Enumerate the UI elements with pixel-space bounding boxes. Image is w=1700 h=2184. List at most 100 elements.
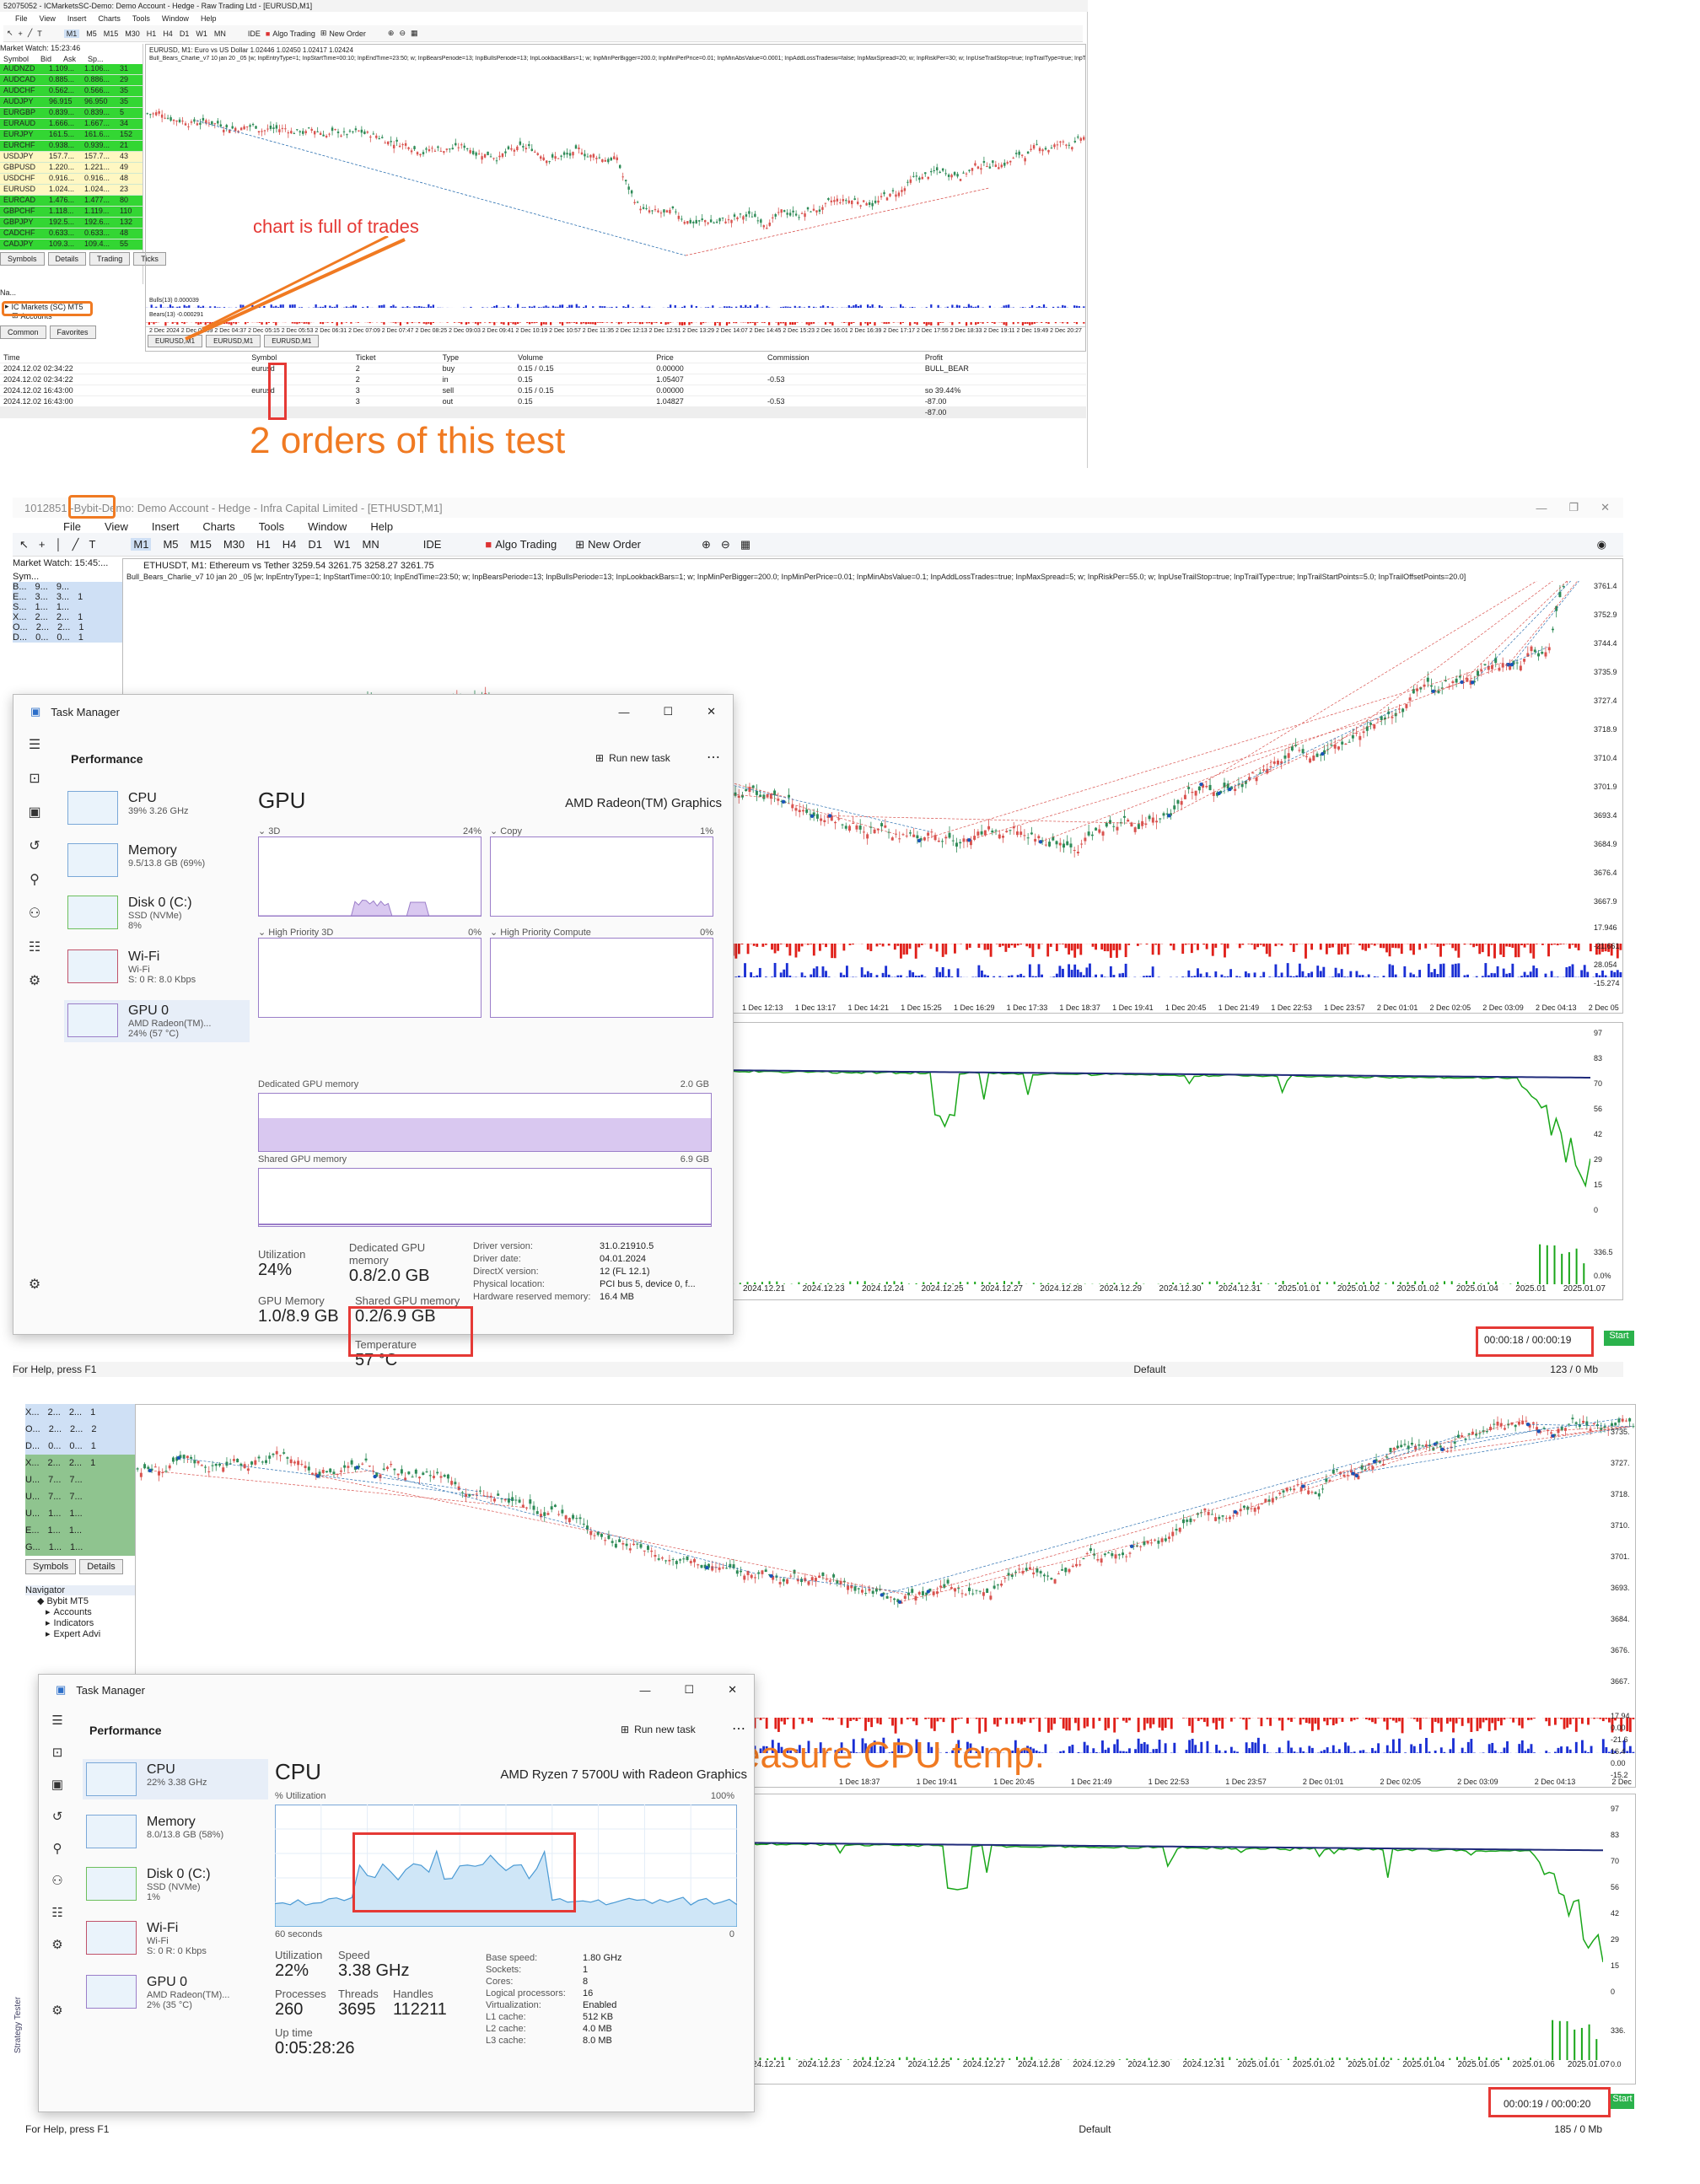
market-watch-row[interactable]: EURCAD 1.476... 1.477... 80 xyxy=(0,196,143,207)
crosshair-icon[interactable]: + xyxy=(39,538,46,551)
ide-button[interactable]: IDE xyxy=(423,538,442,551)
cursor-icon[interactable]: ↖ xyxy=(19,538,29,551)
menu-help[interactable]: Help xyxy=(201,14,217,23)
grid-icon[interactable]: ▦ xyxy=(411,29,418,38)
deal-row[interactable]: 2024.12.02 16:43:00 eurusd 3 sell 0.15 / 0.1… xyxy=(0,385,1086,396)
market-watch-column[interactable]: Symbol xyxy=(3,55,29,63)
tab-favorites[interactable]: Favorites xyxy=(49,325,96,339)
market-watch-row[interactable]: USDCHF 0.916... 0.916... 48 xyxy=(0,174,143,185)
market-watch-row[interactable]: USDJPY 157.7... 157.7... 43 xyxy=(0,152,143,163)
timeframe-m5[interactable]: M5 xyxy=(163,538,178,551)
tab-symbols[interactable]: Symbols xyxy=(25,1559,77,1574)
perf-item-wi-fi[interactable]: Wi-Fi Wi-Fi S: 0 R: 8.0 Kbps xyxy=(64,946,250,988)
menu-tools[interactable]: Tools xyxy=(132,14,150,23)
menu-file[interactable]: File xyxy=(63,520,81,533)
market-watch-row[interactable]: AUDJPY 96.915 96.950 35 xyxy=(0,97,143,108)
navigator-broker[interactable]: ◆ Bybit MT5 xyxy=(25,1595,135,1607)
zoom-out-icon[interactable]: ⊖ xyxy=(399,29,406,38)
gpu-engine-graph[interactable]: ⌄ High Priority Compute 0% xyxy=(490,927,713,1018)
deals-column-header[interactable]: Profit xyxy=(921,352,1086,363)
close-icon[interactable]: ✕ xyxy=(1600,501,1610,514)
navigator-item[interactable]: ▸ Expert Advi xyxy=(25,1628,135,1640)
deal-row[interactable]: 2024.12.02 16:43:00 3 out 0.15 1.04827 -0.53-… xyxy=(0,395,1086,407)
market-watch-row[interactable]: GBPJPY 192.5... 192.6... 132 xyxy=(0,218,143,229)
timeframe-m1[interactable]: M1 xyxy=(131,538,152,551)
market-watch-row[interactable]: O... 2... 2... 1 xyxy=(13,622,122,632)
text-tool-icon[interactable]: T xyxy=(89,538,95,551)
market-watch-row[interactable]: EURGBP 0.839... 0.839... 5 xyxy=(0,108,143,119)
grid-icon[interactable]: ▦ xyxy=(740,538,750,551)
more-options-icon[interactable]: ⋯ xyxy=(707,749,720,766)
history-icon[interactable]: ↺ xyxy=(13,830,56,863)
timeframe-d1[interactable]: D1 xyxy=(308,538,322,551)
deals-column-header[interactable]: Time xyxy=(0,352,249,363)
market-watch-column[interactable]: Ask xyxy=(63,55,76,63)
timeframe-mn[interactable]: MN xyxy=(214,30,226,38)
timeframe-m15[interactable]: M15 xyxy=(104,30,119,38)
users-icon[interactable]: ⚇ xyxy=(13,897,56,931)
algo-trading-button[interactable]: ■ Algo Trading xyxy=(485,538,557,551)
timeframe-h1[interactable]: H1 xyxy=(256,538,271,551)
market-watch-column[interactable]: Sp... xyxy=(88,55,104,63)
menu-insert[interactable]: Insert xyxy=(67,14,87,23)
timeframe-d1[interactable]: D1 xyxy=(180,30,190,38)
trendline-icon[interactable]: ╱ xyxy=(73,538,79,551)
hamburger-icon[interactable]: ☰ xyxy=(13,729,56,762)
market-watch-column[interactable]: Bid xyxy=(40,55,51,63)
crosshair-icon[interactable]: + xyxy=(19,30,23,38)
deals-column-header[interactable]: Volume xyxy=(514,352,654,363)
minimize-icon[interactable]: — xyxy=(618,706,629,718)
market-watch-row[interactable]: E... 1... 1... xyxy=(25,1522,135,1539)
timeframe-m15[interactable]: M15 xyxy=(191,538,212,551)
market-watch-row[interactable]: U... 1... 1... xyxy=(25,1505,135,1522)
market-watch-row[interactable]: E... 3... 3... 1 xyxy=(13,592,122,602)
menu-view[interactable]: View xyxy=(40,14,56,23)
settings-icon[interactable]: ⚙ xyxy=(13,1268,56,1302)
menu-insert[interactable]: Insert xyxy=(152,520,180,533)
tab-symbols[interactable]: Symbols xyxy=(0,252,45,266)
market-watch-row[interactable]: O... 2... 2... 2 xyxy=(25,1421,135,1438)
tab-details[interactable]: Details xyxy=(79,1559,123,1574)
market-watch-row[interactable]: S... 1... 1... xyxy=(13,602,122,612)
tab-common[interactable]: Common xyxy=(0,325,46,339)
zoom-out-icon[interactable]: ⊖ xyxy=(721,538,730,551)
processes-icon[interactable]: ⊡ xyxy=(13,762,56,796)
maximize-icon[interactable]: ☐ xyxy=(663,705,673,718)
market-watch-row[interactable]: U... 7... 7... xyxy=(25,1471,135,1488)
menu-help[interactable]: Help xyxy=(370,520,393,533)
perf-item-gpu-0[interactable]: GPU 0 AMD Radeon(TM)... 24% (57 °C) xyxy=(64,1000,250,1042)
menu-file[interactable]: File xyxy=(15,14,28,23)
market-watch-row[interactable]: D... 0... 0... 1 xyxy=(13,632,122,643)
cursor-icon[interactable]: ↖ xyxy=(7,29,13,38)
deals-column-header[interactable]: Symbol xyxy=(248,352,352,363)
timeframe-h4[interactable]: H4 xyxy=(163,30,173,38)
startup-icon[interactable]: ⚲ xyxy=(13,863,56,897)
market-watch-row[interactable]: GBPCHF 1.118... 1.119... 110 xyxy=(0,207,143,218)
deal-row[interactable]: 2024.12.02 02:34:22 2 in 0.15 1.05407 -0.53 xyxy=(0,374,1086,385)
market-watch-row[interactable]: B... 9... 9... xyxy=(13,582,122,592)
market-watch-row[interactable]: X... 2... 2... 1 xyxy=(25,1455,135,1471)
timeframe-m5[interactable]: M5 xyxy=(86,30,97,38)
timeframe-m1[interactable]: M1 xyxy=(63,29,80,38)
deals-column-header[interactable]: Ticket xyxy=(352,352,439,363)
details-icon[interactable]: ☷ xyxy=(13,931,56,965)
menu-tools[interactable]: Tools xyxy=(259,520,284,533)
menu-charts[interactable]: Charts xyxy=(202,520,234,533)
menu-view[interactable]: View xyxy=(105,520,128,533)
deal-row[interactable]: 2024.12.02 02:34:22 eurusd 2 buy 0.15 / 0.15… xyxy=(0,363,1086,374)
algo-trading-button[interactable]: ■ Algo Trading xyxy=(266,30,315,38)
line-tool-icon[interactable]: ╱ xyxy=(28,29,32,38)
performance-icon[interactable]: ▣ xyxy=(13,796,56,830)
navigator-item[interactable]: ▸ Indicators xyxy=(25,1617,135,1629)
timeframe-mn[interactable]: MN xyxy=(363,538,379,551)
text-tool-icon[interactable]: T xyxy=(37,30,42,38)
market-watch-row[interactable]: GBPUSD 1.220... 1.221... 49 xyxy=(0,163,143,174)
timeframe-m30[interactable]: M30 xyxy=(223,538,245,551)
market-watch-row[interactable]: D... 0... 0... 1 xyxy=(25,1438,135,1455)
market-watch-row[interactable]: EURAUD 1.666... 1.667... 34 xyxy=(0,119,143,130)
tab-trading[interactable]: Trading xyxy=(89,252,131,266)
perf-item-memory[interactable]: Memory 9.5/13.8 GB (69%) xyxy=(64,840,250,880)
timeframe-w1[interactable]: W1 xyxy=(196,30,207,38)
zoom-in-icon[interactable]: ⊕ xyxy=(388,29,395,38)
new-order-button[interactable]: ⊞ New Order xyxy=(575,538,641,551)
